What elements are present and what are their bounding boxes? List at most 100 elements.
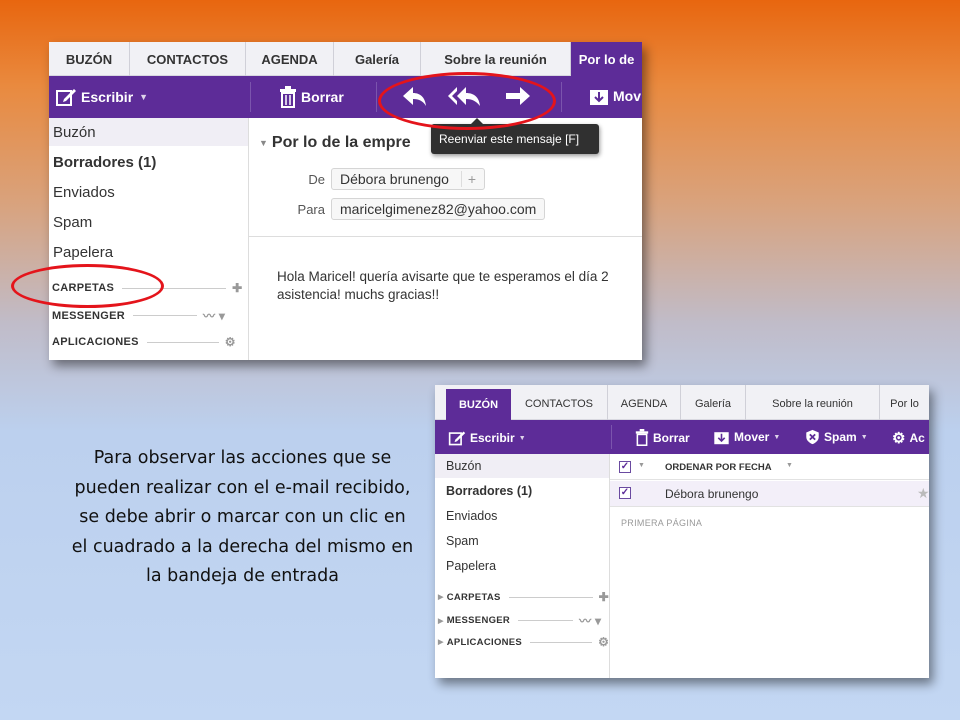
highlight-ellipse-reply-actions	[378, 72, 556, 130]
trash-icon	[280, 86, 296, 108]
tab-sobre-la-reunion[interactable]: Sobre la reunión	[746, 385, 880, 420]
trash-icon	[635, 429, 649, 446]
delete-label: Borrar	[653, 430, 690, 445]
folder-borradores[interactable]: Borradores (1)	[446, 484, 532, 498]
message-checkbox[interactable]: ✓	[619, 487, 631, 499]
tab-galeria[interactable]: Galería	[334, 42, 421, 76]
delete-button[interactable]: Borrar	[279, 86, 344, 108]
expand-icon[interactable]: ▶	[438, 593, 444, 601]
section-messenger[interactable]: ▶ MESSENGER 〰 ▾	[438, 612, 601, 629]
status-icon[interactable]: 〰 ▾	[203, 307, 225, 324]
folder-enviados[interactable]: Enviados	[446, 509, 497, 523]
list-header: ✓ ▼ ORDENAR POR FECHA ▼	[610, 454, 929, 480]
header-divider	[249, 236, 642, 237]
tab-sobre-la-reunion[interactable]: Sobre la reunión	[421, 42, 571, 76]
folder-spam[interactable]: Spam	[446, 534, 479, 548]
toolbar-divider	[376, 82, 377, 112]
tab-galeria[interactable]: Galería	[681, 385, 746, 420]
section-label: MESSENGER	[446, 615, 511, 626]
tab-agenda[interactable]: AGENDA	[608, 385, 681, 420]
select-all-checkbox[interactable]: ✓	[619, 461, 631, 473]
actions-label: Ac	[909, 431, 925, 445]
folder-buzon[interactable]: Buzón	[53, 124, 96, 141]
tab-buzon[interactable]: BUZÓN	[446, 389, 511, 420]
tab-contactos[interactable]: CONTACTOS	[511, 385, 608, 420]
list-item[interactable]: ✓ Débora brunengo ★	[610, 481, 929, 507]
to-label: Para	[297, 202, 325, 217]
tab-bar: BUZÓN CONTACTOS AGENDA Galería Sobre la …	[49, 42, 642, 76]
folder-buzon[interactable]: Buzón	[446, 459, 481, 473]
chevron-down-icon: ▼	[773, 433, 781, 441]
folder-papelera[interactable]: Papelera	[446, 559, 496, 573]
to-pill[interactable]: maricelgimenez82@yahoo.com	[331, 198, 546, 220]
section-label: CARPETAS	[446, 591, 501, 603]
delete-label: Borrar	[301, 89, 344, 105]
section-label: APLICACIONES	[52, 336, 139, 348]
actions-button[interactable]: ⚙ Ac	[892, 429, 925, 447]
shield-icon	[806, 429, 819, 445]
compose-label: Escribir	[81, 89, 134, 105]
move-label: Mov	[613, 88, 641, 104]
compose-icon	[56, 89, 76, 106]
message-list: ✓ ▼ ORDENAR POR FECHA ▼ ✓ Débora bruneng…	[610, 454, 929, 678]
message-sender: Débora brunengo	[665, 487, 759, 501]
plus-icon[interactable]: ✚	[599, 590, 609, 604]
toolbar: Escribir ▼ Borrar Mover ▼ Spam ▼ ⚙ Ac	[435, 420, 929, 454]
chevron-down-icon[interactable]: ▼	[638, 462, 645, 469]
from-label: De	[308, 172, 325, 187]
expand-icon[interactable]: ▶	[438, 617, 444, 625]
move-button[interactable]: Mover ▼	[713, 429, 780, 445]
folder-borradores[interactable]: Borradores (1)	[53, 154, 156, 171]
tab-por-lo-de[interactable]: Por lo de	[571, 42, 642, 76]
spam-button[interactable]: Spam ▼	[805, 429, 868, 445]
folder-papelera[interactable]: Papelera	[53, 244, 113, 261]
tab-bar: BUZÓN CONTACTOS AGENDA Galería Sobre la …	[435, 385, 929, 420]
toolbar-divider	[250, 82, 251, 112]
tab-contactos[interactable]: CONTACTOS	[130, 42, 246, 76]
section-carpetas[interactable]: ▶ CARPETAS ✚	[438, 590, 609, 604]
star-icon[interactable]: ★	[917, 485, 929, 502]
screenshot-inbox-view: BUZÓN CONTACTOS AGENDA Galería Sobre la …	[435, 385, 929, 678]
from-pill[interactable]: Débora brunengo +	[331, 168, 486, 190]
screenshot-message-view: BUZÓN CONTACTOS AGENDA Galería Sobre la …	[49, 42, 642, 360]
folder-spam[interactable]: Spam	[53, 214, 92, 231]
tab-buzon[interactable]: BUZÓN	[49, 42, 130, 76]
delete-button[interactable]: Borrar	[635, 429, 690, 446]
chevron-down-icon: ▼	[139, 92, 149, 102]
sort-by-date[interactable]: ORDENAR POR FECHA	[665, 462, 772, 473]
folder-sidebar: Buzón Borradores (1) Enviados Spam Papel…	[435, 454, 610, 678]
gear-icon[interactable]: ⚙	[225, 335, 236, 349]
message-body: Hola Maricel! quería avisarte que te esp…	[277, 269, 609, 302]
status-icon[interactable]: 〰 ▾	[579, 612, 601, 629]
message-subject: ▼ Por lo de la empre	[259, 134, 411, 151]
section-label: MESSENGER	[52, 309, 125, 322]
compose-button[interactable]: Escribir ▼	[55, 86, 148, 108]
compose-icon	[448, 431, 466, 446]
folder-sidebar: Buzón Borradores (1) Enviados Spam Papel…	[49, 118, 249, 360]
toolbar-divider	[611, 425, 612, 449]
compose-label: Escribir	[470, 431, 515, 445]
section-messenger[interactable]: MESSENGER 〰 ▾	[52, 307, 225, 324]
message-pane: ▼ Por lo de la empre De Débora brunengo +…	[249, 118, 642, 360]
chevron-down-icon[interactable]: ▼	[786, 462, 793, 469]
tab-por-lo[interactable]: Por lo	[880, 385, 929, 420]
folder-enviados[interactable]: Enviados	[53, 184, 115, 201]
add-contact-icon[interactable]: +	[460, 171, 477, 187]
section-aplicaciones[interactable]: ▶ APLICACIONES ⚙	[438, 635, 609, 649]
chevron-down-icon: ▼	[860, 433, 868, 441]
tab-agenda[interactable]: AGENDA	[246, 42, 334, 76]
collapse-icon[interactable]: ▼	[259, 138, 268, 148]
section-label: APLICACIONES	[446, 636, 523, 648]
plus-icon[interactable]: ✚	[232, 281, 242, 295]
move-button[interactable]: Mov	[589, 86, 641, 106]
section-aplicaciones[interactable]: APLICACIONES ⚙	[52, 335, 236, 349]
page-label: PRIMERA PÁGINA	[621, 518, 703, 528]
highlight-ellipse-carpetas	[11, 264, 164, 308]
instruction-caption: Para observar las acciones que se pueden…	[71, 448, 414, 586]
move-label: Mover	[734, 430, 770, 444]
gear-icon[interactable]: ⚙	[598, 635, 609, 649]
expand-icon[interactable]: ▶	[438, 638, 444, 646]
move-icon	[714, 432, 729, 445]
compose-button[interactable]: Escribir ▼	[448, 429, 526, 447]
gear-icon: ⚙	[892, 430, 906, 447]
